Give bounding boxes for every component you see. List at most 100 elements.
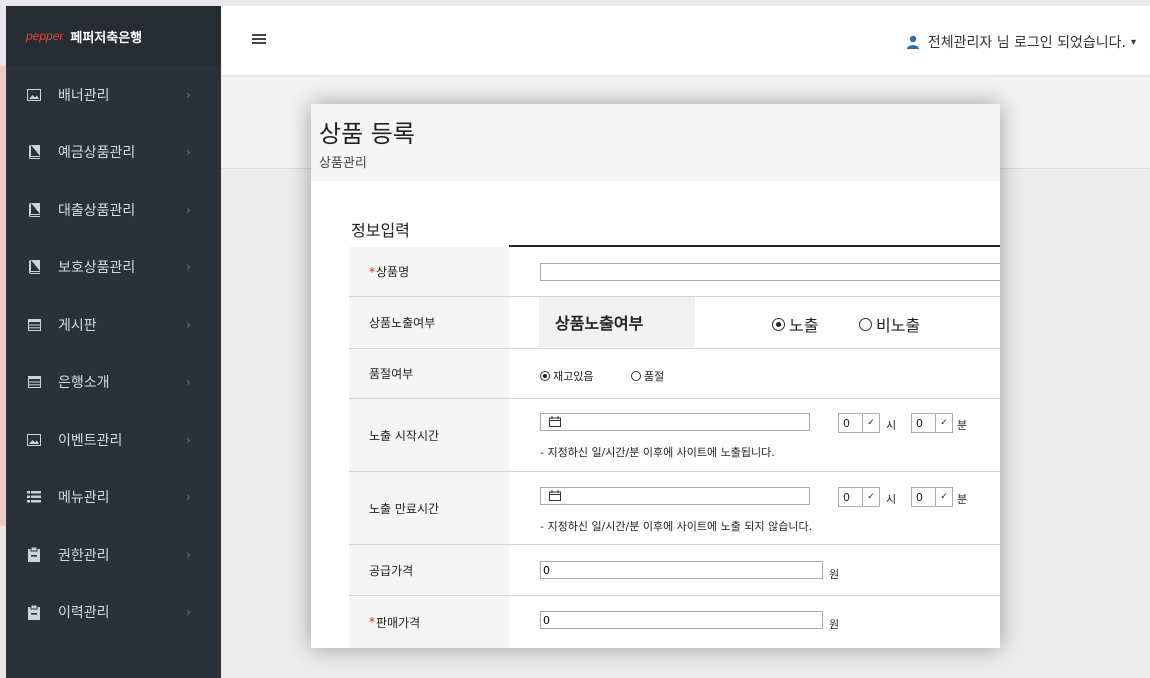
radio-unchecked-icon bbox=[859, 317, 872, 331]
label-supply-price: 공급가격 bbox=[349, 545, 509, 595]
exposure-tooltip: 상품노출여부 bbox=[539, 297, 695, 347]
topbar: 전체관리자 님 로그인 되었습니다. ▾ bbox=[221, 6, 1150, 76]
supply-price-unit: 원 bbox=[829, 568, 840, 581]
radio-exposure-off[interactable]: 비노출 bbox=[859, 312, 920, 336]
chevron-down-icon: ✓ bbox=[935, 488, 952, 506]
chevron-right-icon: › bbox=[186, 145, 191, 160]
sidebar-item-label: 메뉴관리 bbox=[58, 490, 110, 507]
section-title: 정보입력 bbox=[351, 221, 410, 240]
calendar-icon bbox=[549, 416, 561, 427]
clipboard-icon bbox=[26, 547, 42, 563]
sidebar-item-history[interactable]: 이력관리 › bbox=[6, 584, 221, 642]
user-menu[interactable]: 전체관리자 님 로그인 되었습니다. ▾ bbox=[906, 32, 1136, 52]
chevron-down-icon: ✓ bbox=[862, 414, 879, 432]
required-mark: * bbox=[369, 264, 375, 279]
chevron-right-icon: › bbox=[186, 375, 191, 390]
sidebar-item-label: 게시판 bbox=[58, 317, 97, 334]
supply-price-input[interactable] bbox=[540, 561, 823, 579]
chevron-right-icon: › bbox=[186, 202, 191, 217]
radio-sold-out[interactable]: 품절 bbox=[631, 368, 664, 384]
image-icon bbox=[26, 87, 42, 103]
breadcrumb: 상품관리 bbox=[319, 156, 367, 171]
sale-price-input[interactable] bbox=[540, 611, 823, 629]
sidebar-item-label: 대출상품관리 bbox=[58, 202, 136, 219]
sidebar-item-protect[interactable]: 보호상품관리 › bbox=[6, 239, 221, 297]
sidebar-item-event[interactable]: 이벤트관리 › bbox=[6, 411, 221, 469]
start-date-input[interactable] bbox=[540, 413, 810, 431]
page-title: 상품 등록 bbox=[319, 120, 415, 148]
book-icon bbox=[26, 202, 42, 218]
label-exposure: 상품노출여부 bbox=[349, 297, 509, 348]
menu-toggle-icon[interactable] bbox=[252, 34, 266, 46]
start-minute-select[interactable]: 0 ✓ bbox=[911, 413, 953, 433]
chevron-right-icon: › bbox=[186, 547, 191, 562]
sidebar-item-board[interactable]: 게시판 › bbox=[6, 296, 221, 354]
row-sale-price: * 판매가격 원 bbox=[349, 596, 1000, 648]
sidebar-item-label: 배너관리 bbox=[58, 87, 110, 104]
start-time-note: - 지정하신 일/시간/분 이후에 사이트에 노출됩니다. bbox=[540, 446, 775, 459]
chevron-right-icon: › bbox=[186, 432, 191, 447]
sidebar-item-loan[interactable]: 대출상품관리 › bbox=[6, 181, 221, 239]
chevron-down-icon: ✓ bbox=[862, 488, 879, 506]
radio-checked-icon bbox=[772, 317, 785, 331]
label-end-time: 노출 만료시간 bbox=[349, 472, 509, 544]
list-icon bbox=[26, 489, 42, 505]
chevron-right-icon: › bbox=[186, 317, 191, 332]
row-soldout: 품절여부 재고있음 품절 bbox=[349, 349, 1000, 399]
brand-logo: pepper bbox=[26, 29, 64, 43]
label-start-time: 노출 시작시간 bbox=[349, 399, 509, 471]
start-hour-select[interactable]: 0 ✓ bbox=[838, 413, 880, 433]
row-start-time: 노출 시작시간 0 ✓ 시 0 ✓ 분 - 지정하신 일/시간/분 이후에 사이… bbox=[349, 399, 1000, 472]
hour-unit: 시 bbox=[886, 419, 897, 432]
table-icon bbox=[26, 374, 42, 390]
minute-unit: 분 bbox=[957, 419, 968, 432]
end-minute-select[interactable]: 0 ✓ bbox=[911, 487, 953, 507]
hour-unit: 시 bbox=[886, 493, 897, 506]
user-greeting: 전체관리자 님 로그인 되었습니다. bbox=[927, 35, 1126, 51]
row-end-time: 노출 만료시간 0 ✓ 시 0 ✓ 분 - 지정하신 일/시간/분 이후에 사이… bbox=[349, 472, 1000, 545]
radio-in-stock[interactable]: 재고있음 bbox=[540, 368, 593, 384]
product-name-input[interactable] bbox=[540, 263, 1000, 281]
sidebar-item-auth[interactable]: 권한관리 › bbox=[6, 526, 221, 584]
product-register-panel: 상품 등록 상품관리 정보입력 * 상품명 상품노출여부 상품노출여부 노출 비… bbox=[311, 104, 1000, 648]
end-hour-select[interactable]: 0 ✓ bbox=[838, 487, 880, 507]
sidebar-item-intro[interactable]: 은행소개 › bbox=[6, 354, 221, 412]
sidebar-item-label: 권한관리 bbox=[58, 547, 110, 564]
radio-exposure-on[interactable]: 노출 bbox=[772, 312, 818, 336]
chevron-right-icon: › bbox=[186, 87, 191, 102]
chevron-right-icon: › bbox=[186, 260, 191, 275]
label-sale-price: * 판매가격 bbox=[349, 596, 509, 648]
required-mark: * bbox=[369, 615, 375, 629]
user-icon bbox=[906, 35, 919, 49]
minute-unit: 분 bbox=[957, 493, 968, 506]
sale-price-unit: 원 bbox=[829, 618, 840, 631]
sidebar-item-label: 은행소개 bbox=[58, 375, 110, 392]
brand[interactable]: pepper 페퍼저축은행 bbox=[6, 6, 221, 66]
chevron-right-icon: › bbox=[186, 605, 191, 620]
sidebar-item-deposit[interactable]: 예금상품관리 › bbox=[6, 124, 221, 182]
sidebar-item-label: 예금상품관리 bbox=[58, 145, 136, 162]
book-icon bbox=[26, 144, 42, 160]
row-exposure: 상품노출여부 상품노출여부 노출 비노출 bbox=[349, 297, 1000, 349]
sidebar-item-banner[interactable]: 배너관리 › bbox=[6, 66, 221, 124]
label-product-name: * 상품명 bbox=[349, 247, 509, 296]
book-icon bbox=[26, 259, 42, 275]
table-icon bbox=[26, 317, 42, 333]
sidebar-item-label: 이벤트관리 bbox=[58, 432, 123, 449]
end-time-note: - 지정하신 일/시간/분 이후에 사이트에 노출 되지 않습니다. bbox=[540, 520, 813, 533]
clipboard-icon bbox=[26, 604, 42, 620]
sidebar: pepper 페퍼저축은행 배너관리 › 예금상품관리 › 대출상품관리 › 보호상품관리 ›… bbox=[6, 6, 221, 678]
radio-checked-icon bbox=[540, 371, 550, 381]
chevron-down-icon: ✓ bbox=[935, 414, 952, 432]
row-product-name: * 상품명 bbox=[349, 247, 1000, 297]
sidebar-item-menu[interactable]: 메뉴관리 › bbox=[6, 469, 221, 527]
sidebar-item-label: 이력관리 bbox=[58, 605, 110, 622]
end-date-input[interactable] bbox=[540, 487, 810, 505]
radio-unchecked-icon bbox=[631, 371, 641, 381]
caret-down-icon: ▾ bbox=[1130, 36, 1136, 48]
label-soldout: 품절여부 bbox=[349, 349, 509, 398]
row-supply-price: 공급가격 원 bbox=[349, 545, 1000, 596]
panel-header: 상품 등록 상품관리 bbox=[311, 104, 1000, 181]
image-icon bbox=[26, 432, 42, 448]
sidebar-item-label: 보호상품관리 bbox=[58, 260, 136, 277]
